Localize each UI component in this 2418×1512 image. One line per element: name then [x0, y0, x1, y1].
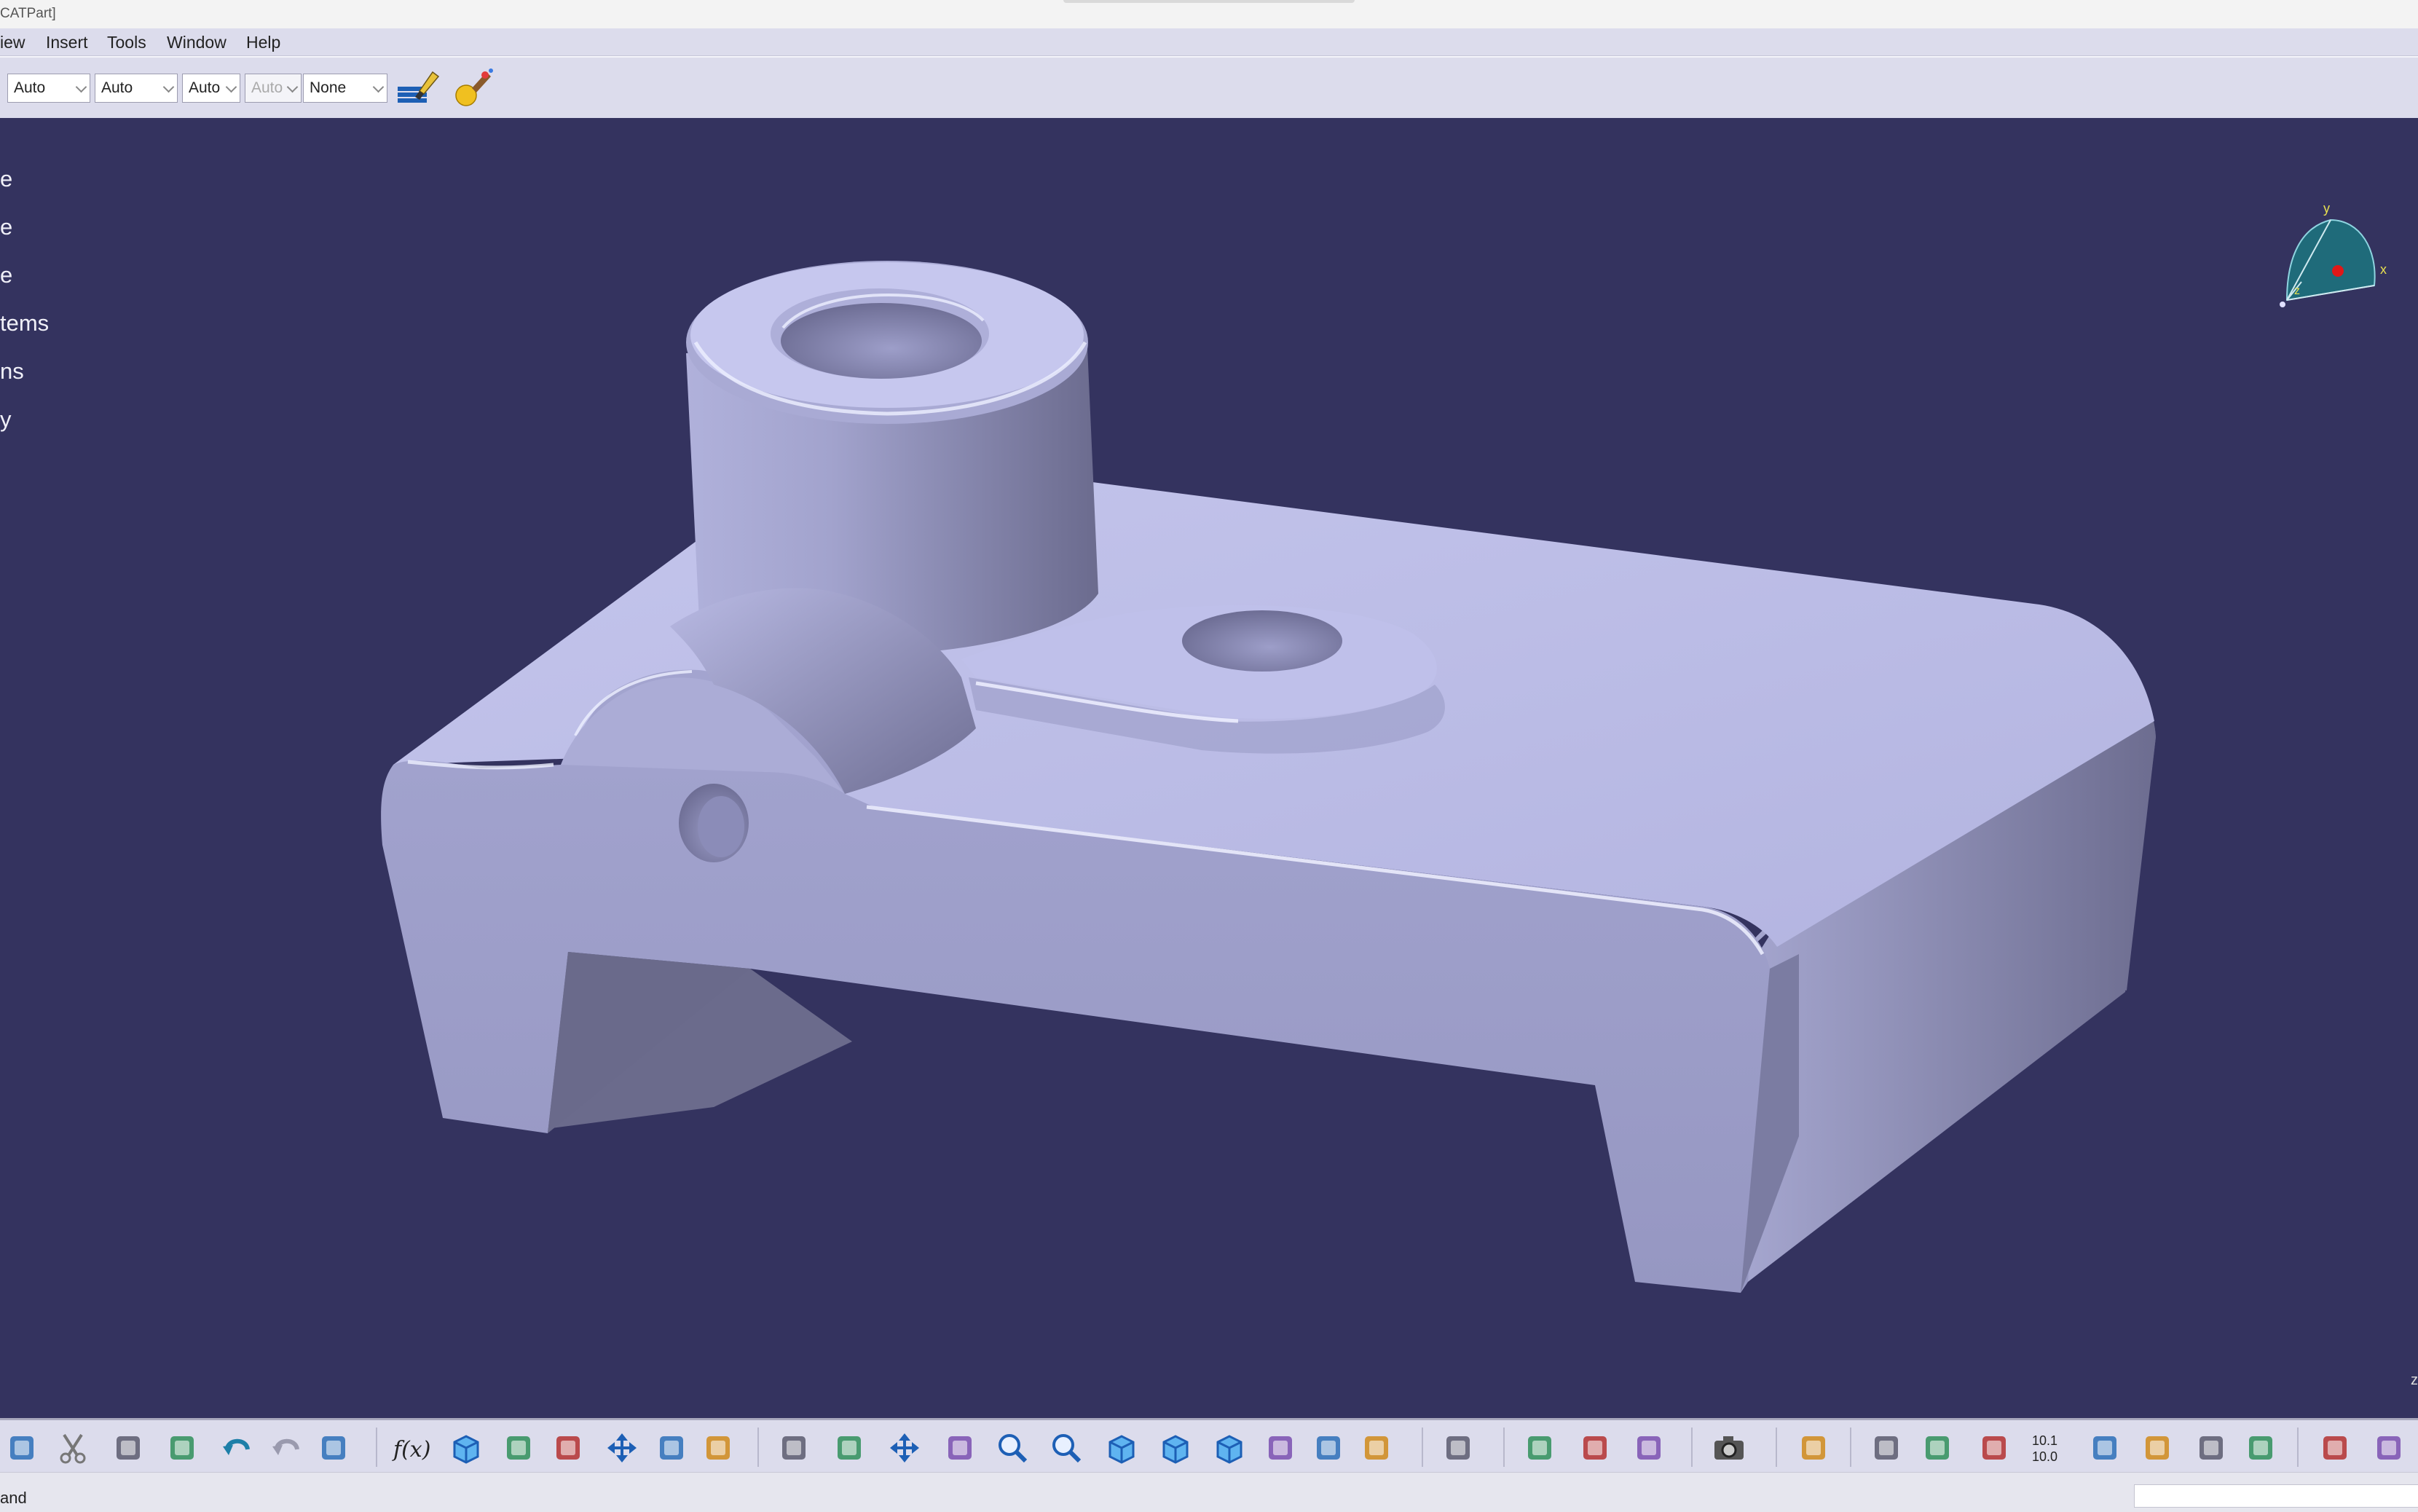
- plane-icon[interactable]: [2240, 1428, 2281, 1468]
- chevron-down-icon: [286, 81, 299, 93]
- shading-icon[interactable]: [1260, 1428, 1301, 1468]
- menu-window[interactable]: Window: [167, 33, 227, 52]
- hide-show-icon[interactable]: [1308, 1428, 1349, 1468]
- chevron-down-icon: [75, 81, 87, 93]
- swap-visible-icon[interactable]: [1356, 1428, 1397, 1468]
- command-input[interactable]: [2134, 1484, 2418, 1508]
- capture-icon[interactable]: [1709, 1428, 1749, 1468]
- status-message: and: [0, 1489, 27, 1507]
- constraint-icon[interactable]: [2137, 1428, 2178, 1468]
- color-combo-value: Auto: [14, 79, 46, 96]
- line-type-combo: Auto: [245, 74, 302, 103]
- lock-icon[interactable]: [651, 1428, 692, 1468]
- cut-icon[interactable]: [52, 1428, 93, 1468]
- svg-text:10.1: 10.1: [2032, 1433, 2057, 1448]
- pad-icon[interactable]: [2315, 1428, 2355, 1468]
- measure-item-icon[interactable]: [1575, 1428, 1615, 1468]
- apply-material-icon[interactable]: [450, 66, 497, 114]
- compass-icon[interactable]: [1917, 1428, 1958, 1468]
- axis-system-icon[interactable]: [1974, 1428, 2015, 1468]
- formula-icon[interactable]: f(x): [392, 1428, 433, 1468]
- compass-y-label: y: [2323, 201, 2330, 216]
- catalog-icon[interactable]: [1866, 1428, 1907, 1468]
- layer-combo-value: None: [310, 79, 347, 96]
- number-format-icon[interactable]: 10.1 10.0: [2028, 1428, 2068, 1468]
- transparency-combo[interactable]: Auto: [95, 74, 178, 103]
- multi-view-icon[interactable]: [1155, 1428, 1196, 1468]
- transparency-combo-value: Auto: [101, 79, 133, 96]
- chevron-down-icon: [162, 81, 175, 93]
- line-thickness-combo-value: Auto: [189, 79, 221, 96]
- menu-insert[interactable]: Insert: [46, 33, 88, 52]
- paste-icon[interactable]: [162, 1428, 202, 1468]
- menu-tools[interactable]: Tools: [107, 33, 146, 52]
- window-drag-handle[interactable]: [1063, 0, 1355, 3]
- chevron-down-icon: [225, 81, 237, 93]
- toolbar-separator: [1850, 1428, 1851, 1467]
- scan-icon[interactable]: [1438, 1428, 1478, 1468]
- toolbar-separator: [757, 1428, 759, 1467]
- stack-icon[interactable]: [2191, 1428, 2232, 1468]
- paint-brush-icon[interactable]: [395, 69, 441, 114]
- measure-inertia-icon[interactable]: [1629, 1428, 1669, 1468]
- sketch-icon[interactable]: [2084, 1428, 2125, 1468]
- iso-view-icon[interactable]: [1209, 1428, 1250, 1468]
- bottom-toolbar: f(x) 10.1 10.0: [0, 1418, 2418, 1474]
- compass-x-label: x: [2380, 262, 2387, 277]
- toolbar-separator: [1422, 1428, 1423, 1467]
- svg-text:f(x): f(x): [392, 1437, 430, 1462]
- compass-z-label: z: [2294, 285, 2300, 297]
- undo-icon[interactable]: [217, 1428, 258, 1468]
- fly-mode-icon[interactable]: [773, 1428, 814, 1468]
- toolbar-separator: [1503, 1428, 1505, 1467]
- toolbar-separator: [376, 1428, 377, 1467]
- normal-view-icon[interactable]: [1101, 1428, 1142, 1468]
- knowledge-advisor-icon[interactable]: [446, 1428, 487, 1468]
- line-thickness-combo[interactable]: Auto: [182, 74, 240, 103]
- pocket-icon[interactable]: [2368, 1428, 2409, 1468]
- chevron-down-icon: [372, 81, 385, 93]
- 3d-annotation-icon[interactable]: [1793, 1428, 1834, 1468]
- parameter-icon[interactable]: [498, 1428, 539, 1468]
- properties-toolbar: Auto Auto Auto Auto None: [0, 56, 2418, 122]
- redo-icon[interactable]: [267, 1428, 307, 1468]
- whats-this-icon[interactable]: [313, 1428, 354, 1468]
- layer-combo[interactable]: None: [303, 74, 387, 103]
- tree-expand-icon[interactable]: [602, 1428, 642, 1468]
- zoom-in-icon[interactable]: [992, 1428, 1033, 1468]
- line-type-combo-value: Auto: [251, 79, 283, 96]
- rotate-icon[interactable]: [940, 1428, 980, 1468]
- pan-icon[interactable]: [884, 1428, 925, 1468]
- toolbar-separator: [2297, 1428, 2299, 1467]
- window-title: CATPart]: [0, 6, 56, 21]
- 3d-viewport[interactable]: e e e tems ns y y x z z: [0, 118, 2418, 1418]
- copy-icon[interactable]: [108, 1428, 149, 1468]
- print-icon[interactable]: [1, 1428, 42, 1468]
- menu-help[interactable]: Help: [246, 33, 280, 52]
- svg-text:10.0: 10.0: [2032, 1449, 2057, 1464]
- toolbar-separator: [1691, 1428, 1693, 1467]
- part-model[interactable]: [0, 118, 2418, 1418]
- title-bar: CATPart]: [0, 0, 2418, 28]
- compass-widget[interactable]: y x z: [2272, 198, 2389, 318]
- zoom-out-icon[interactable]: [1046, 1428, 1087, 1468]
- toolbar-separator: [1776, 1428, 1777, 1467]
- status-bar: and: [0, 1472, 2418, 1512]
- fit-all-icon[interactable]: [829, 1428, 870, 1468]
- color-combo[interactable]: Auto: [7, 74, 90, 103]
- menu-view[interactable]: iew: [0, 33, 25, 52]
- menu-bar: iew Insert Tools Window Help: [0, 28, 2418, 56]
- viewport-axis-label: z: [2411, 1372, 2418, 1388]
- design-table-icon[interactable]: [548, 1428, 588, 1468]
- measure-between-icon[interactable]: [1519, 1428, 1560, 1468]
- macro-icon[interactable]: [698, 1428, 739, 1468]
